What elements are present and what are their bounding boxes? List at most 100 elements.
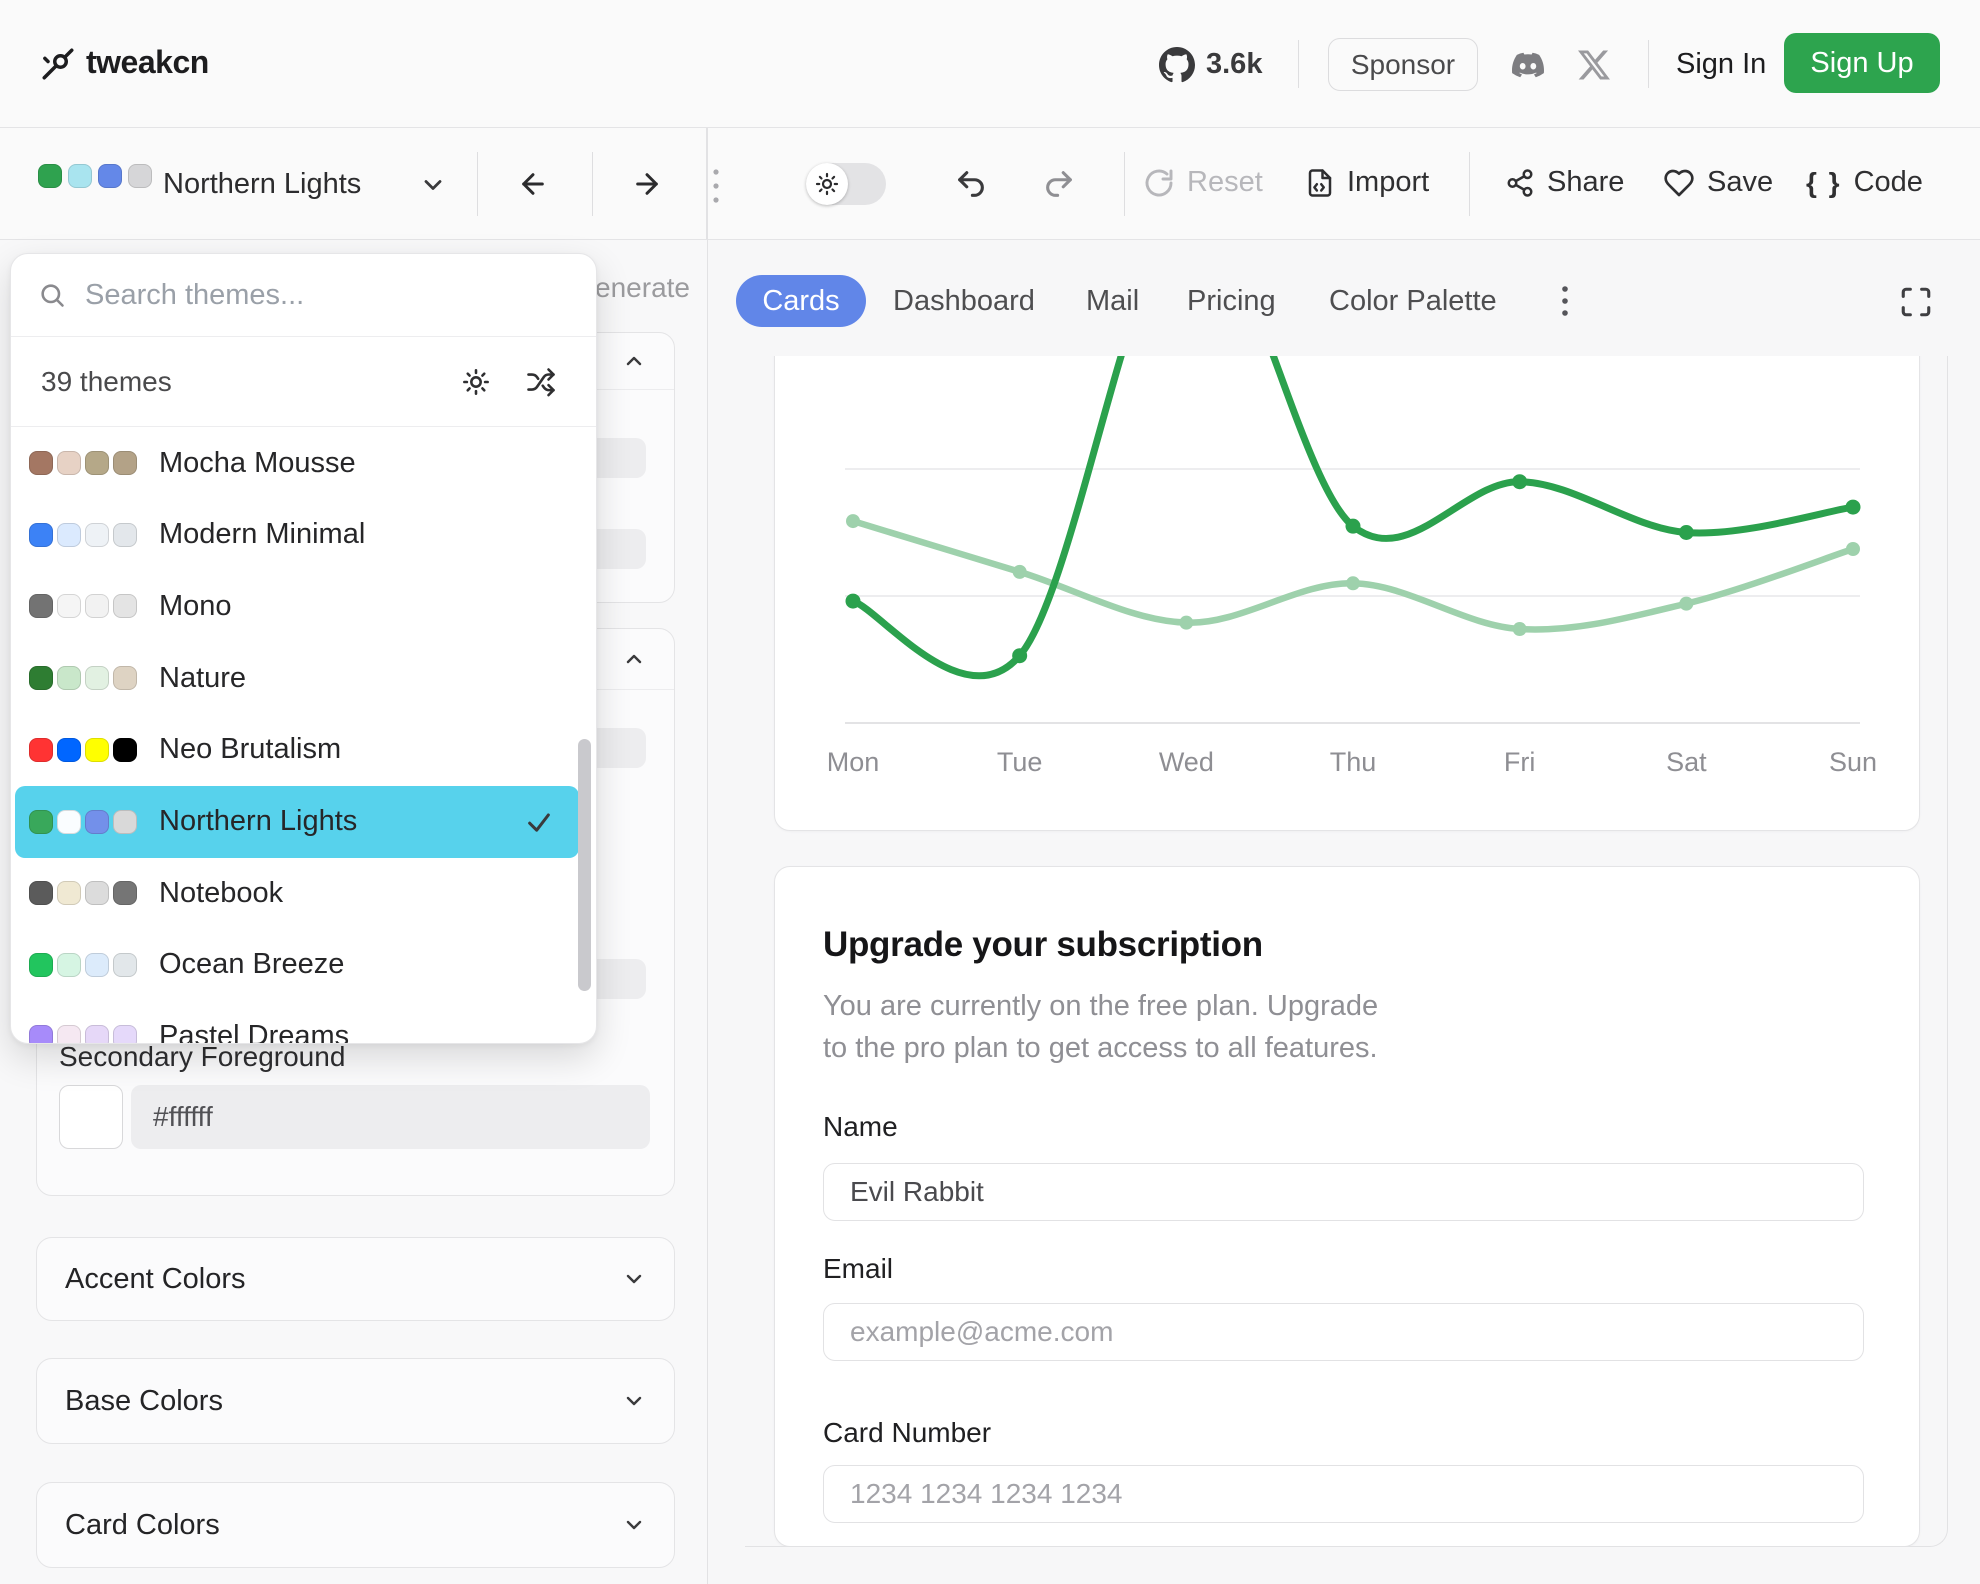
upgrade-description: You are currently on the free plan. Upgr… [823, 985, 1378, 1069]
github-star-count[interactable]: 3.6k [1206, 48, 1262, 81]
name-label: Name [823, 1111, 898, 1143]
theme-swatch [57, 666, 81, 690]
theme-list-item-neo-brutalism[interactable]: Neo Brutalism [11, 714, 596, 786]
theme-list-item-modern-minimal[interactable]: Modern Minimal [11, 499, 596, 571]
tweakcn-logo-icon [36, 42, 80, 86]
tweakcn-app: tweakcn 3.6k Sponsor Sign In Sign Up Nor… [0, 0, 1980, 1584]
theme-name: Notebook [159, 877, 283, 910]
theme-swatches [29, 953, 137, 977]
theme-list-item-mono[interactable]: Mono [11, 570, 596, 642]
light-mode-filter-icon[interactable] [460, 366, 492, 398]
tab-pricing[interactable]: Pricing [1187, 275, 1276, 327]
toolbar-divider-d [1469, 152, 1470, 216]
theme-count-row: 39 themes [11, 337, 596, 427]
chart-card: MonTueWedThuFriSatSun [774, 356, 1920, 831]
email-label: Email [823, 1253, 893, 1285]
discord-icon[interactable] [1506, 48, 1550, 82]
chevron-down-icon [622, 1267, 646, 1291]
tab-cards[interactable]: Cards [736, 275, 866, 327]
app-header: tweakcn 3.6k Sponsor Sign In Sign Up [0, 0, 1980, 128]
chevron-down-icon[interactable] [418, 170, 448, 200]
base-colors-section[interactable]: Base Colors [36, 1358, 675, 1444]
accent-colors-title: Accent Colors [65, 1263, 246, 1296]
theme-mode-toggle[interactable] [806, 163, 886, 205]
theme-name: Mono [159, 590, 232, 623]
panel-resize-grip[interactable] [711, 166, 721, 206]
undo-button[interactable] [952, 166, 990, 202]
reset-button[interactable]: Reset [1143, 166, 1263, 199]
upgrade-title: Upgrade your subscription [823, 925, 1263, 965]
theme-list-item-nature[interactable]: Nature [11, 642, 596, 714]
toolbar-divider-a [477, 152, 478, 216]
theme-swatch [113, 451, 137, 475]
theme-list-item-northern-lights[interactable]: Northern Lights [15, 786, 579, 858]
theme-swatches [29, 738, 137, 762]
card-number-input[interactable] [823, 1465, 1864, 1523]
accent-colors-section[interactable]: Accent Colors [36, 1237, 675, 1321]
email-input[interactable] [823, 1303, 1864, 1361]
more-tabs-icon[interactable] [1550, 283, 1580, 319]
name-input[interactable] [823, 1163, 1864, 1221]
panel-divider[interactable] [707, 128, 708, 1584]
x-twitter-icon[interactable] [1576, 48, 1612, 82]
theme-swatch [29, 666, 53, 690]
random-theme-shuffle-icon[interactable] [524, 366, 558, 398]
chevron-up-icon[interactable] [622, 349, 646, 373]
theme-swatch [113, 881, 137, 905]
theme-list-item-pastel-dreams[interactable]: Pastel Dreams [11, 1001, 596, 1044]
theme-swatch [57, 1025, 81, 1044]
history-forward-button[interactable] [630, 168, 664, 200]
sign-up-button[interactable]: Sign Up [1784, 33, 1940, 93]
theme-name: Neo Brutalism [159, 733, 341, 766]
upgrade-subscription-card: Upgrade your subscription You are curren… [774, 866, 1920, 1547]
reset-icon [1143, 167, 1175, 199]
share-button[interactable]: Share [1505, 166, 1624, 199]
theme-list-item-mocha-mousse[interactable]: Mocha Mousse [11, 427, 596, 499]
theme-swatch [57, 810, 81, 834]
theme-swatch [113, 1025, 137, 1044]
theme-swatch [29, 451, 53, 475]
code-button[interactable]: { } Code [1806, 166, 1923, 199]
heart-icon [1663, 167, 1695, 199]
theme-swatch [98, 164, 122, 188]
theme-search-input[interactable] [85, 254, 565, 336]
theme-list-item-notebook[interactable]: Notebook [11, 857, 596, 929]
redo-button[interactable] [1040, 166, 1078, 202]
theme-swatch [113, 738, 137, 762]
current-theme-name[interactable]: Northern Lights [163, 168, 361, 201]
theme-swatches [29, 666, 137, 690]
theme-list: Mocha MousseModern Minimal Mono Nature Neo … [11, 427, 596, 1044]
theme-list-item-ocean-breeze[interactable]: Ocean Breeze [11, 929, 596, 1001]
tab-color-palette[interactable]: Color Palette [1329, 275, 1497, 327]
theme-swatches [29, 881, 137, 905]
preview-scroll-area[interactable]: MonTueWedThuFriSatSun Upgrade your subsc… [745, 356, 1948, 1547]
fullscreen-icon[interactable] [1896, 282, 1936, 322]
svg-text:Fri: Fri [1504, 747, 1535, 777]
history-back-button[interactable] [516, 168, 550, 200]
theme-count: 39 themes [41, 337, 172, 427]
current-theme-swatches [38, 164, 152, 188]
theme-swatch [57, 738, 81, 762]
theme-swatch [128, 164, 152, 188]
save-button[interactable]: Save [1663, 166, 1773, 199]
tab-dashboard[interactable]: Dashboard [893, 275, 1035, 327]
theme-swatch [57, 594, 81, 618]
secondary-foreground-hex-input[interactable] [131, 1085, 650, 1149]
card-colors-section[interactable]: Card Colors [36, 1482, 675, 1568]
theme-swatch [29, 953, 53, 977]
chevron-up-icon[interactable] [622, 647, 646, 671]
sponsor-button[interactable]: Sponsor [1328, 38, 1478, 91]
theme-name: Pastel Dreams [159, 1020, 349, 1044]
sign-in-link[interactable]: Sign In [1676, 48, 1766, 81]
dropdown-scrollbar-thumb[interactable] [578, 739, 591, 991]
selected-check-icon [525, 808, 553, 836]
theme-swatch [29, 1025, 53, 1044]
theme-swatch [57, 451, 81, 475]
github-icon[interactable] [1158, 46, 1196, 84]
tab-mail[interactable]: Mail [1086, 275, 1139, 327]
color-swatch-picker[interactable] [59, 1085, 123, 1149]
theme-swatch [85, 1025, 109, 1044]
theme-swatch [85, 881, 109, 905]
brand-name[interactable]: tweakcn [86, 44, 209, 81]
import-button[interactable]: Import [1305, 166, 1429, 199]
